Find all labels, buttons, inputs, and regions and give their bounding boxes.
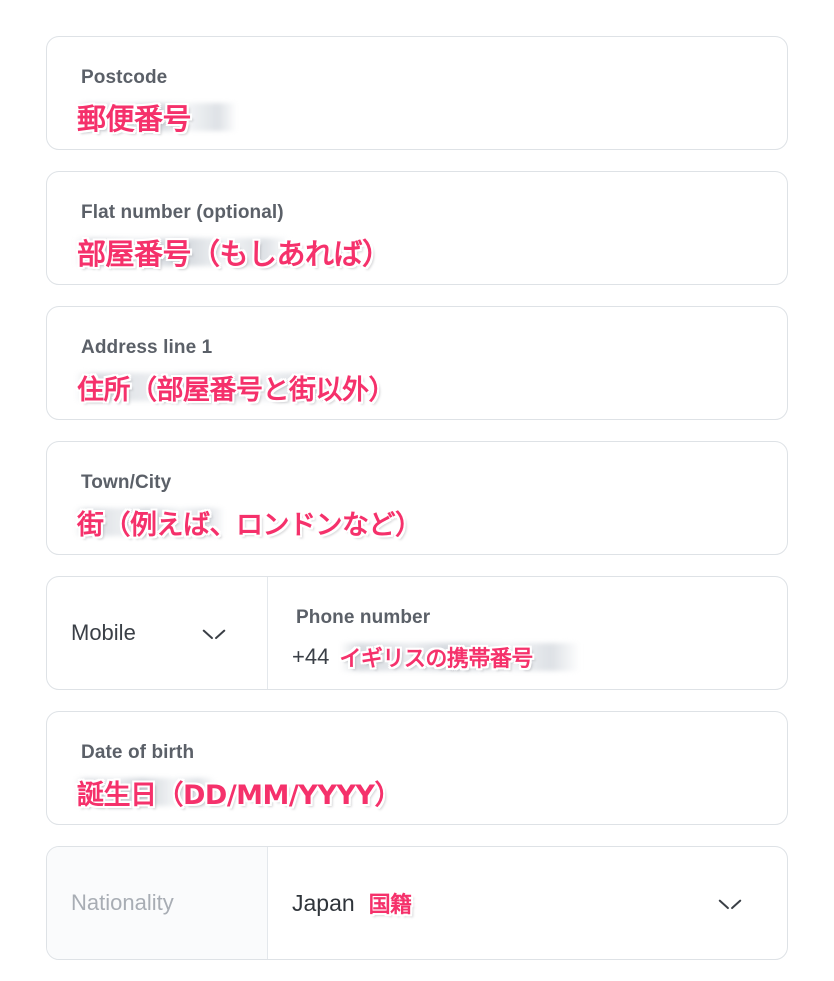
- annotation-row-date-of-birth: 誕生日（DD/MM/YYYY）: [77, 774, 402, 811]
- annotation-postcode: 郵便番号: [77, 102, 192, 136]
- chevron-down-icon[interactable]: [719, 899, 741, 912]
- field-date-of-birth[interactable]: Date of birth 誕生日（DD/MM/YYYY）: [46, 711, 788, 825]
- annotation-date-of-birth: 誕生日（DD/MM/YYYY）: [77, 779, 402, 811]
- field-label-flat-number: Flat number (optional): [81, 202, 284, 223]
- chevron-down-icon[interactable]: [203, 629, 225, 642]
- field-flat-number[interactable]: Flat number (optional) 部屋番号（もしあれば）: [46, 171, 788, 285]
- field-address-line-1[interactable]: Address line 1 住所（部屋番号と街以外）: [46, 306, 788, 420]
- phone-number-input[interactable]: Phone number +44 イギリスの携帯番号: [268, 577, 787, 689]
- phone-value-row: +44 イギリスの携帯番号: [292, 639, 533, 675]
- phone-type-select[interactable]: Mobile: [47, 577, 268, 689]
- annotation-town-city: 街（例えば、ロンドンなど）: [77, 509, 422, 541]
- nationality-label-panel: Nationality: [47, 847, 268, 959]
- annotation-nationality: 国籍: [368, 893, 413, 918]
- field-phone[interactable]: Mobile Phone number +44 イギリスの携帯番号: [46, 576, 788, 690]
- field-label-date-of-birth: Date of birth: [81, 742, 195, 763]
- annotation-phone-number: イギリスの携帯番号: [339, 647, 533, 672]
- field-label-postcode: Postcode: [81, 67, 168, 88]
- annotation-flat-number: 部屋番号（もしあれば）: [77, 237, 391, 271]
- field-town-city[interactable]: Town/City 街（例えば、ロンドンなど）: [46, 441, 788, 555]
- nationality-select[interactable]: Japan 国籍: [268, 847, 787, 959]
- annotation-row-address-line-1: 住所（部屋番号と街以外）: [77, 369, 396, 406]
- field-label-address-line-1: Address line 1: [81, 337, 213, 358]
- field-nationality[interactable]: Nationality Japan 国籍: [46, 846, 788, 960]
- nationality-value-row: Japan 国籍: [292, 885, 412, 921]
- annotation-row-postcode: 郵便番号: [77, 99, 192, 136]
- field-postcode[interactable]: Postcode 郵便番号: [46, 36, 788, 150]
- annotation-row-town-city: 街（例えば、ロンドンなど）: [77, 504, 422, 541]
- address-details-form: Postcode 郵便番号 Flat number (optional) 部屋番…: [46, 36, 788, 981]
- phone-type-value: Mobile: [71, 620, 136, 645]
- annotation-address-line-1: 住所（部屋番号と街以外）: [77, 374, 396, 406]
- nationality-value: Japan: [292, 889, 355, 916]
- phone-dial-code: +44: [292, 644, 330, 669]
- field-label-town-city: Town/City: [81, 472, 172, 493]
- field-label-phone-number: Phone number: [296, 607, 431, 628]
- annotation-row-flat-number: 部屋番号（もしあれば）: [77, 234, 391, 271]
- field-label-nationality: Nationality: [71, 890, 174, 915]
